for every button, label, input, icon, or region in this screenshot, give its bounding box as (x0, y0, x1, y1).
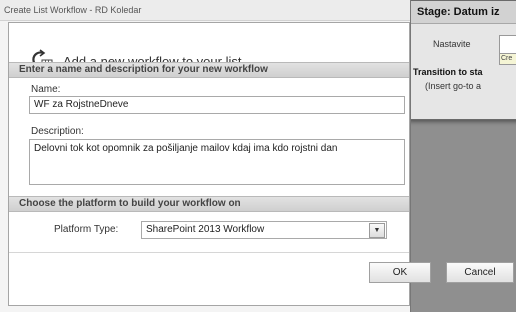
platform-type-select[interactable]: SharePoint 2013 Workflow ▼ (141, 221, 387, 239)
stage-field-label: Nastavite (433, 39, 471, 49)
background-stage-panel: Stage: Datum iz Nastavite Cre Transition… (410, 0, 516, 120)
section-platform-heading: Choose the platform to build your workfl… (9, 196, 409, 212)
cancel-button[interactable]: Cancel (446, 262, 514, 283)
platform-type-value: SharePoint 2013 Workflow (146, 224, 265, 235)
workflow-description-input[interactable]: Delovni tok kot opomnik za pošiljanje ma… (29, 139, 405, 185)
stage-title: Stage: Datum iz (411, 1, 516, 24)
chevron-down-icon[interactable]: ▼ (369, 223, 385, 238)
platform-type-label: Platform Type: (54, 224, 119, 235)
footer-divider (9, 252, 409, 253)
description-label: Description: (31, 126, 84, 137)
create-list-workflow-dialog: Create List Workflow - RD Koledar Add a … (0, 0, 431, 312)
stage-tooltip: Cre (499, 53, 516, 65)
insert-goto-hint[interactable]: (Insert go-to a (425, 81, 481, 91)
name-label: Name: (31, 84, 61, 95)
transition-label: Transition to sta (413, 67, 483, 77)
dialog-title: Create List Workflow - RD Koledar (0, 0, 410, 21)
ok-button[interactable]: OK (369, 262, 431, 283)
workflow-name-input[interactable]: WF za RojstneDneve (29, 96, 405, 114)
section-name-heading: Enter a name and description for your ne… (9, 62, 409, 78)
stage-field-input[interactable] (499, 35, 516, 54)
